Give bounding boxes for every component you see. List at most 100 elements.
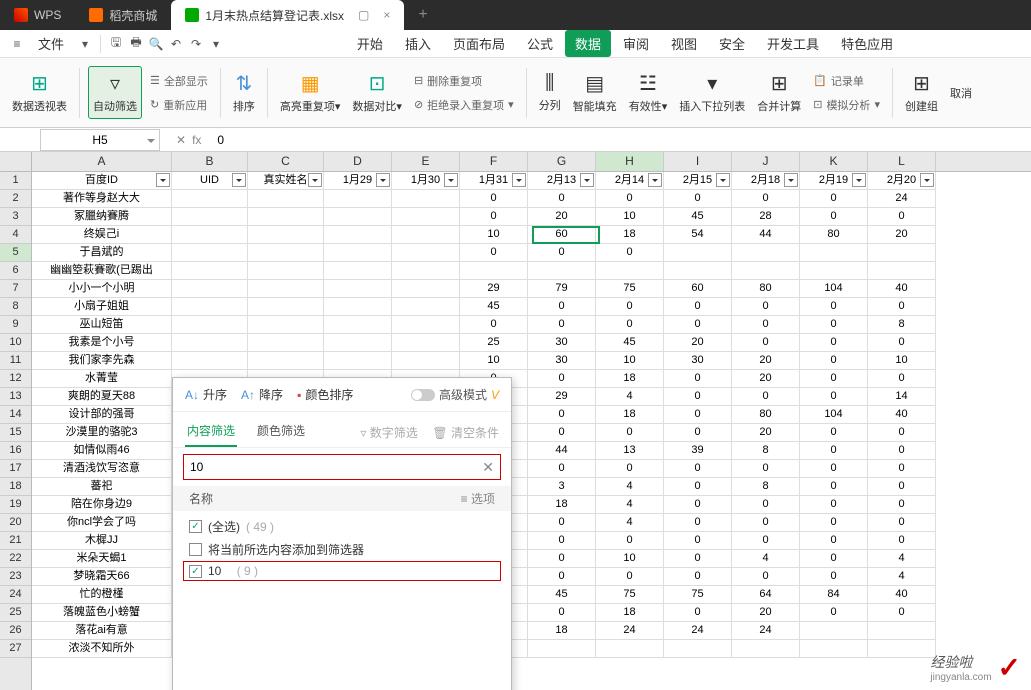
cell[interactable]: 75 [596,280,664,298]
menu-dev[interactable]: 开发工具 [757,30,829,57]
cell[interactable]: 24 [664,622,732,640]
highlight-dup-button[interactable]: ▦高亮重复项▾ [276,67,345,118]
cell[interactable]: 0 [800,388,868,406]
select-all-item[interactable]: ✓ (全选) ( 49 ) [189,515,495,538]
smart-fill-button[interactable]: ▤智能填充 [569,67,621,118]
cell[interactable]: 18 [596,370,664,388]
cell[interactable]: 10 [460,226,528,244]
cell[interactable]: 4 [868,568,936,586]
column-header-D[interactable]: D [324,152,392,171]
cell[interactable]: 0 [664,406,732,424]
reject-dup-button[interactable]: ⊘拒绝录入重复项▾ [410,95,518,115]
cell[interactable]: 0 [664,532,732,550]
cell[interactable]: 10 [460,352,528,370]
undo-icon[interactable]: ↶ [167,35,185,53]
cell[interactable]: 0 [528,406,596,424]
filter-dropdown-icon[interactable] [156,173,170,187]
cell[interactable] [324,262,392,280]
cell[interactable] [324,334,392,352]
column-header-K[interactable]: K [800,152,868,171]
cell[interactable]: 0 [800,514,868,532]
cell[interactable]: 冢臘纳賽腾 [32,208,172,226]
cell[interactable]: 0 [528,568,596,586]
cell[interactable]: 小扇子姐姐 [32,298,172,316]
cell[interactable]: 0 [800,352,868,370]
filter-item-10[interactable]: ✓ 10 ( 9 ) [183,561,501,581]
header-cell[interactable]: 2月18 [732,172,800,190]
tab-close-icon[interactable]: × [383,8,390,22]
cell[interactable]: 0 [800,424,868,442]
cell[interactable] [392,316,460,334]
cell[interactable]: 0 [528,460,596,478]
row-header-16[interactable]: 16 [0,442,31,460]
cell[interactable]: 0 [732,190,800,208]
cell[interactable]: 0 [664,478,732,496]
cell[interactable] [664,244,732,262]
cell[interactable] [800,622,868,640]
cell[interactable]: 4 [596,496,664,514]
cell[interactable]: 24 [868,190,936,208]
cell[interactable]: 0 [528,190,596,208]
simulate-button[interactable]: ⊡模拟分析▾ [809,95,884,115]
cell[interactable] [248,334,324,352]
cell[interactable]: 0 [732,460,800,478]
cell[interactable] [172,280,248,298]
cell[interactable] [392,298,460,316]
cell[interactable]: 0 [868,604,936,622]
cell[interactable]: 30 [528,352,596,370]
cell[interactable]: 0 [664,496,732,514]
cell[interactable]: 14 [868,388,936,406]
header-cell[interactable]: UID [172,172,248,190]
sort-asc-button[interactable]: A↓升序 [185,386,227,403]
add-to-filter-item[interactable]: 将当前所选内容添加到筛选器 [189,538,495,561]
cell[interactable]: 0 [868,298,936,316]
row-header-17[interactable]: 17 [0,460,31,478]
cell[interactable]: 0 [664,550,732,568]
cell[interactable]: 54 [664,226,732,244]
filter-dropdown-icon[interactable] [444,173,458,187]
cell[interactable]: 0 [732,298,800,316]
group-button[interactable]: ⊞创建组 [901,67,942,118]
print-icon[interactable]: 🖶 [127,35,145,53]
cell[interactable]: 0 [528,298,596,316]
menu-formula[interactable]: 公式 [517,30,563,57]
cell[interactable] [172,298,248,316]
cell[interactable] [172,226,248,244]
cell[interactable]: 4 [596,388,664,406]
menu-special[interactable]: 特色应用 [831,30,903,57]
cell[interactable]: 0 [732,316,800,334]
cell[interactable]: 0 [596,190,664,208]
menu-insert[interactable]: 插入 [395,30,441,57]
tab-color-filter[interactable]: 颜色筛选 [255,418,307,447]
cell[interactable]: 18 [596,604,664,622]
cell[interactable]: 20 [528,208,596,226]
cell[interactable]: 0 [800,316,868,334]
cell[interactable]: 25 [460,334,528,352]
cell[interactable] [324,244,392,262]
cell[interactable]: 75 [596,586,664,604]
cell[interactable]: 小小一个小明 [32,280,172,298]
cell[interactable]: 木樨JJ [32,532,172,550]
redo-icon[interactable]: ↷ [187,35,205,53]
header-cell[interactable]: 真实姓名 [248,172,324,190]
cell[interactable]: 落魄蓝色小螃蟹 [32,604,172,622]
cell[interactable]: 20 [732,604,800,622]
cell[interactable]: 0 [528,370,596,388]
cell[interactable] [800,244,868,262]
validity-button[interactable]: ☳有效性▾ [625,67,672,118]
cell[interactable] [528,262,596,280]
cell[interactable]: 蕃祀 [32,478,172,496]
cell[interactable]: 0 [460,244,528,262]
cell[interactable]: 24 [596,622,664,640]
cell[interactable]: 0 [596,568,664,586]
cell[interactable]: 45 [664,208,732,226]
tab-wps[interactable]: WPS [0,0,75,30]
cell[interactable]: 0 [868,514,936,532]
cell[interactable]: 79 [528,280,596,298]
cell[interactable]: 44 [732,226,800,244]
save-icon[interactable]: 🖫 [107,35,125,53]
cell[interactable]: 0 [596,244,664,262]
menu-view[interactable]: 视图 [661,30,707,57]
cell[interactable]: 80 [800,226,868,244]
cell[interactable] [732,244,800,262]
